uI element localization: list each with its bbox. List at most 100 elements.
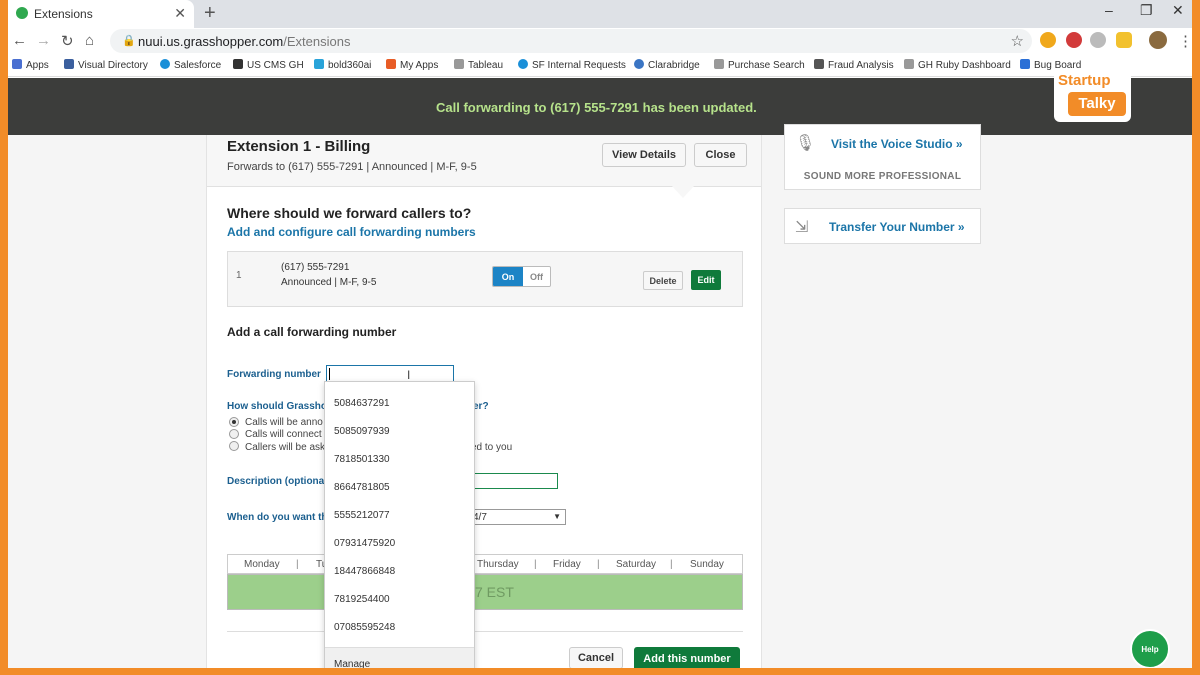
bookmark-item[interactable]: Purchase Search [714,59,805,71]
tableau-icon [454,59,464,69]
bookmark-item[interactable]: Visual Directory [64,59,148,71]
toggle-off[interactable]: Off [523,267,550,286]
autocomplete-item[interactable]: 5085097939 [334,426,390,437]
header-notch [672,186,694,198]
forward-icon[interactable]: → [36,32,51,49]
radio-connect[interactable] [229,429,239,439]
autocomplete-item[interactable]: 18447866848 [334,566,395,577]
forwarding-entry: 1 (617) 555-7291 Announced | M-F, 9-5 On… [227,251,743,307]
add-configure-link[interactable]: Add and configure call forwarding number… [227,225,476,239]
transfer-link[interactable]: Transfer Your Number » [829,220,965,234]
tableau-icon [714,59,724,69]
autocomplete-item[interactable]: 5555212077 [334,510,390,521]
autocomplete-item[interactable]: 07931475920 [334,538,395,549]
bookmark-item[interactable]: SF Internal Requests [518,59,626,71]
new-tab-button[interactable]: + [204,2,216,25]
home-icon[interactable]: ⌂ [85,32,94,49]
on-off-toggle[interactable]: On Off [492,266,551,287]
schedule-bar: 7 EST [227,574,743,610]
reload-icon[interactable]: ↻ [61,32,74,50]
bookmark-star-icon[interactable]: ☆ [1011,32,1024,50]
radio-announced-label: Calls will be anno [245,417,323,428]
menu-icon[interactable]: ⋮ [1178,32,1192,50]
toggle-on[interactable]: On [493,267,523,286]
bookmark-item[interactable]: GH Ruby Dashboard [904,59,1011,71]
bookmark-item[interactable]: US CMS GH [233,59,304,71]
day-label: Sunday [690,559,724,570]
maximize-icon[interactable]: ❐ [1140,2,1153,19]
extension-subtitle: Forwards to (617) 555-7291 | Announced |… [227,161,477,173]
how-label-tail: er? [473,401,489,412]
url-path: /Extensions [283,34,351,49]
autocomplete-item[interactable]: 7818501330 [334,454,390,465]
bookmark-item[interactable]: My Apps [386,59,438,71]
close-tab-icon[interactable]: ✕ [174,5,186,22]
bookmark-icon [314,59,324,69]
bookmark-item[interactable]: Salesforce [160,59,221,71]
bookmark-item[interactable]: Fraud Analysis [814,59,894,71]
delete-button[interactable]: Delete [643,271,683,290]
description-input[interactable] [470,473,558,489]
autocomplete-manage[interactable]: Manage [325,647,474,668]
bookmark-icon [233,59,243,69]
notification-banner: Call forwarding to (617) 555-7291 has be… [8,78,1192,135]
autocomplete-item[interactable]: 7819254400 [334,594,390,605]
divider [227,631,743,632]
autocomplete-item[interactable]: 07085595248 [334,622,395,633]
radio-connect-label: Calls will connect [245,429,322,440]
browser-tab[interactable]: Extensions ✕ [8,0,194,28]
minimize-icon[interactable]: – [1105,2,1113,18]
day-label: Thursday [477,559,519,570]
apps-icon [12,59,22,69]
bookmark-item[interactable]: Clarabridge [634,59,700,71]
schedule-text: 7 EST [475,584,514,600]
close-button[interactable]: Close [694,143,747,167]
tab-title: Extensions [34,7,93,21]
entry-number: (617) 555-7291 [281,262,350,273]
bookmark-item[interactable]: bold360ai [314,59,371,71]
radio-ask-label: Callers will be ask [245,442,326,453]
extension-icon[interactable] [1116,32,1132,48]
cancel-button[interactable]: Cancel [569,647,623,668]
day-label: Friday [553,559,581,570]
salesforce-icon [518,59,528,69]
settings-extension-icon[interactable] [1090,32,1106,48]
bookmark-icon [814,59,824,69]
day-separator: | [670,559,673,570]
chevron-down-icon: ▼ [553,512,561,521]
when-label: When do you want th [227,512,328,523]
profile-avatar[interactable] [1149,31,1167,49]
address-bar[interactable]: 🔒 nuui.us.grasshopper.com/Extensions ☆ [110,29,1032,53]
forward-question: Where should we forward callers to? [227,205,472,221]
view-details-button[interactable]: View Details [602,143,686,167]
close-window-icon[interactable]: ✕ [1172,2,1184,19]
days-header: Monday | Tu Thursday | Friday | Saturday… [227,554,743,574]
day-separator: | [534,559,537,570]
tab-strip: Extensions ✕ + – ❐ ✕ [8,0,1192,28]
edit-button[interactable]: Edit [691,270,721,290]
startuptalky-logo: Startup Talky [1054,70,1131,122]
notification-text: Call forwarding to (617) 555-7291 has be… [436,100,757,115]
add-this-number-button[interactable]: Add this number [634,647,740,668]
extension-icon[interactable] [1040,32,1056,48]
entry-details: Announced | M-F, 9-5 [281,277,377,288]
voice-studio-subtitle: SOUND MORE PROFESSIONAL [803,171,962,182]
extension-icon[interactable] [1066,32,1082,48]
add-number-heading: Add a call forwarding number [227,325,397,339]
help-chat-button[interactable]: Help [1130,629,1170,668]
day-label: Saturday [616,559,657,570]
transfer-icon: ⇲ [795,219,809,236]
back-icon[interactable]: ← [12,32,27,49]
radio-announced[interactable] [229,417,239,427]
bookmark-item[interactable]: Tableau [454,59,503,71]
radio-ask[interactable] [229,441,239,451]
schedule-select[interactable]: 4/7 ▼ [470,509,566,525]
day-separator: | [597,559,600,570]
bookmark-item[interactable]: Apps [12,59,49,71]
autocomplete-item[interactable]: 5084637291 [334,398,390,409]
voice-studio-link[interactable]: Visit the Voice Studio » [831,137,963,151]
forwarding-number-label: Forwarding number [227,369,321,380]
bookmarks-bar: Apps Visual Directory Salesforce US CMS … [8,55,1192,77]
autocomplete-item[interactable]: 8664781805 [334,482,390,493]
tableau-icon [904,59,914,69]
